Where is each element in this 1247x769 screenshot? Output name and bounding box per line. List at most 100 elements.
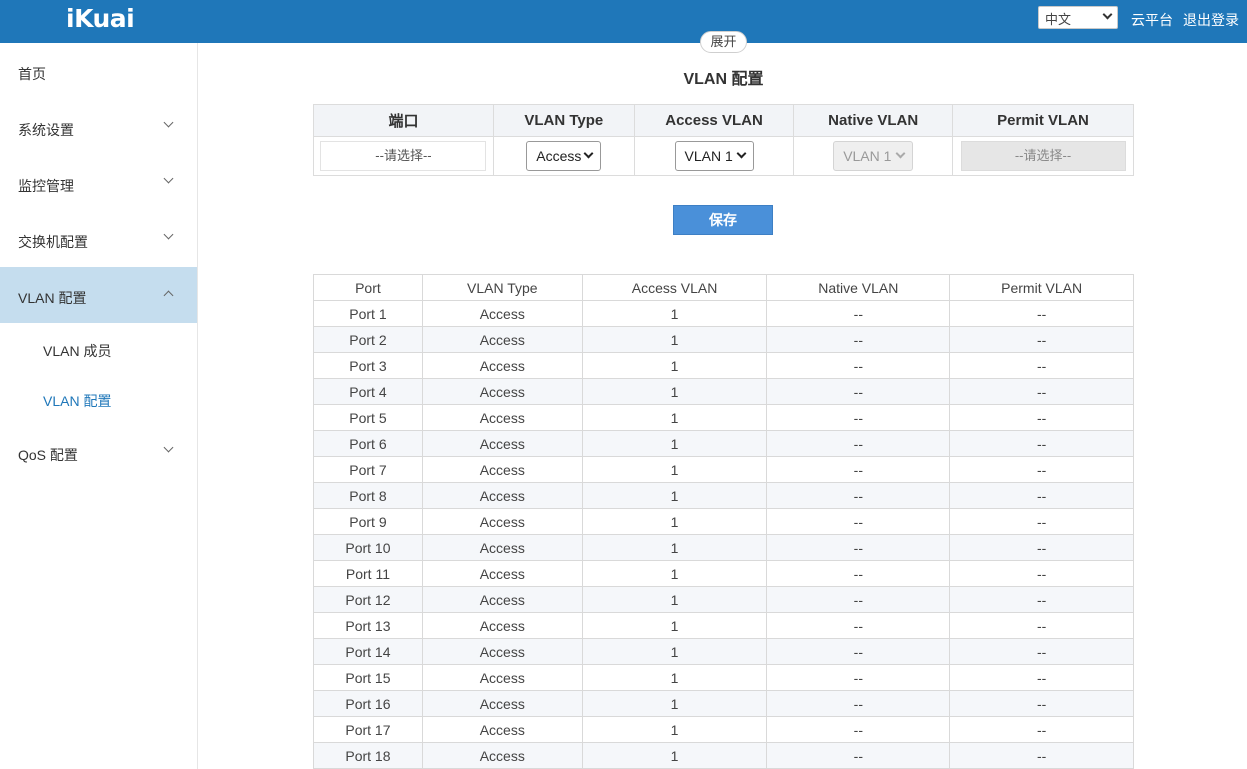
permit-vlan-cell: -- <box>949 456 1134 483</box>
vlan-type-cell: Access <box>492 136 635 176</box>
table-row: Port 18 Access 1 -- -- <box>313 742 1134 769</box>
port-cell: --请选择-- <box>313 136 494 176</box>
header-native-vlan: Native VLAN <box>793 104 954 137</box>
language-value: 中文 <box>1045 12 1072 27</box>
port-cell: Port 4 <box>313 378 423 405</box>
port-cell: Port 13 <box>313 612 423 639</box>
vlan-type-cell: Access <box>421 326 583 353</box>
access-vlan-cell: VLAN 1 <box>633 136 795 176</box>
port-cell: Port 3 <box>313 352 423 379</box>
native-vlan-cell: -- <box>766 690 951 717</box>
sidebar-item-vlan-config[interactable]: VLAN 配置 <box>0 267 197 323</box>
sidebar-item-monitoring[interactable]: 监控管理 <box>0 155 197 211</box>
port-cell: Port 17 <box>313 716 423 743</box>
vlan-type-cell: Access <box>421 560 583 587</box>
column-header-native-vlan: Native VLAN <box>766 274 951 301</box>
vlan-type-cell: Access <box>421 352 583 379</box>
native-vlan-cell: -- <box>766 534 951 561</box>
native-vlan-cell: -- <box>766 300 951 327</box>
table-row: Port 6 Access 1 -- -- <box>313 430 1134 457</box>
native-vlan-select: VLAN 1 <box>833 141 914 171</box>
sidebar-item-label: QoS 配置 <box>18 447 78 463</box>
access-vlan-cell: 1 <box>581 586 768 613</box>
column-header-port: Port <box>313 274 423 301</box>
table-row: Port 12 Access 1 -- -- <box>313 586 1134 613</box>
native-vlan-cell: -- <box>766 586 951 613</box>
vlan-type-select[interactable]: Access <box>526 141 602 171</box>
permit-vlan-cell: -- <box>949 378 1134 405</box>
header-vlan-type: VLAN Type <box>492 104 635 137</box>
sidebar-subitem-vlan-members[interactable]: VLAN 成员 <box>43 341 111 361</box>
access-vlan-cell: 1 <box>581 326 768 353</box>
chevron-down-icon <box>583 148 594 159</box>
table-row: Port 11 Access 1 -- -- <box>313 560 1134 587</box>
port-cell: Port 9 <box>313 508 423 535</box>
column-header-permit-vlan: Permit VLAN <box>949 274 1134 301</box>
port-cell: Port 18 <box>313 742 423 769</box>
native-vlan-cell: -- <box>766 612 951 639</box>
cloud-platform-link[interactable]: 云平台 <box>1131 10 1173 30</box>
port-select[interactable]: --请选择-- <box>320 141 487 171</box>
chevron-down-icon <box>163 173 174 184</box>
top-bar: iKuai 中文 云平台 退出登录 <box>0 0 1247 43</box>
port-cell: Port 6 <box>313 430 423 457</box>
sidebar-item-system-settings[interactable]: 系统设置 <box>0 99 197 155</box>
permit-vlan-cell: -- <box>949 404 1134 431</box>
access-vlan-cell: 1 <box>581 300 768 327</box>
logout-link[interactable]: 退出登录 <box>1183 10 1239 30</box>
native-vlan-cell: -- <box>766 352 951 379</box>
vlan-type-cell: Access <box>421 404 583 431</box>
language-select[interactable]: 中文 <box>1038 6 1118 29</box>
native-vlan-cell: -- <box>766 508 951 535</box>
access-vlan-value: VLAN 1 <box>684 148 733 164</box>
access-vlan-cell: 1 <box>581 612 768 639</box>
permit-vlan-cell: -- <box>949 482 1134 509</box>
column-header-vlan-type: VLAN Type <box>421 274 583 301</box>
native-vlan-cell: -- <box>766 430 951 457</box>
port-cell: Port 10 <box>313 534 423 561</box>
table-row: Port 10 Access 1 -- -- <box>313 534 1134 561</box>
permit-vlan-cell: -- <box>949 612 1134 639</box>
access-vlan-cell: 1 <box>581 638 768 665</box>
native-vlan-value: VLAN 1 <box>843 148 892 164</box>
sidebar-item-qos-config[interactable]: QoS 配置 <box>0 424 197 480</box>
permit-vlan-cell: -- <box>949 534 1134 561</box>
table-header-row: Port VLAN Type Access VLAN Native VLAN P… <box>313 274 1134 301</box>
port-cell: Port 8 <box>313 482 423 509</box>
vlan-type-cell: Access <box>421 664 583 691</box>
vlan-type-cell: Access <box>421 456 583 483</box>
native-vlan-cell: -- <box>766 638 951 665</box>
vlan-type-cell: Access <box>421 716 583 743</box>
access-vlan-cell: 1 <box>581 690 768 717</box>
permit-vlan-cell: --请选择-- <box>952 136 1134 176</box>
sidebar-item-label: 监控管理 <box>18 178 74 194</box>
expand-button[interactable]: 展开 <box>700 31 747 53</box>
vlan-type-cell: Access <box>421 612 583 639</box>
native-vlan-cell: -- <box>766 378 951 405</box>
vlan-config-form: 端口 VLAN Type Access VLAN Native VLAN Per… <box>313 104 1134 176</box>
table-row: Port 14 Access 1 -- -- <box>313 638 1134 665</box>
sidebar-item-label: VLAN 配置 <box>18 290 87 306</box>
vlan-port-table: Port VLAN Type Access VLAN Native VLAN P… <box>313 274 1134 769</box>
access-vlan-select[interactable]: VLAN 1 <box>674 141 754 171</box>
permit-vlan-cell: -- <box>949 664 1134 691</box>
chevron-down-icon <box>163 442 174 453</box>
save-button[interactable]: 保存 <box>673 205 773 235</box>
header-permit-vlan: Permit VLAN <box>952 104 1134 137</box>
native-vlan-cell: -- <box>766 742 951 769</box>
sidebar-item-switch-config[interactable]: 交换机配置 <box>0 211 197 267</box>
permit-vlan-cell: -- <box>949 508 1134 535</box>
native-vlan-cell: VLAN 1 <box>793 136 954 176</box>
access-vlan-cell: 1 <box>581 560 768 587</box>
table-row: Port 13 Access 1 -- -- <box>313 612 1134 639</box>
sidebar-subitem-vlan-config[interactable]: VLAN 配置 <box>43 391 111 411</box>
permit-vlan-cell: -- <box>949 300 1134 327</box>
table-row: Port 15 Access 1 -- -- <box>313 664 1134 691</box>
access-vlan-cell: 1 <box>581 430 768 457</box>
native-vlan-cell: -- <box>766 404 951 431</box>
port-cell: Port 1 <box>313 300 423 327</box>
port-cell: Port 16 <box>313 690 423 717</box>
vlan-type-cell: Access <box>421 430 583 457</box>
chevron-down-icon <box>895 148 906 159</box>
port-cell: Port 14 <box>313 638 423 665</box>
